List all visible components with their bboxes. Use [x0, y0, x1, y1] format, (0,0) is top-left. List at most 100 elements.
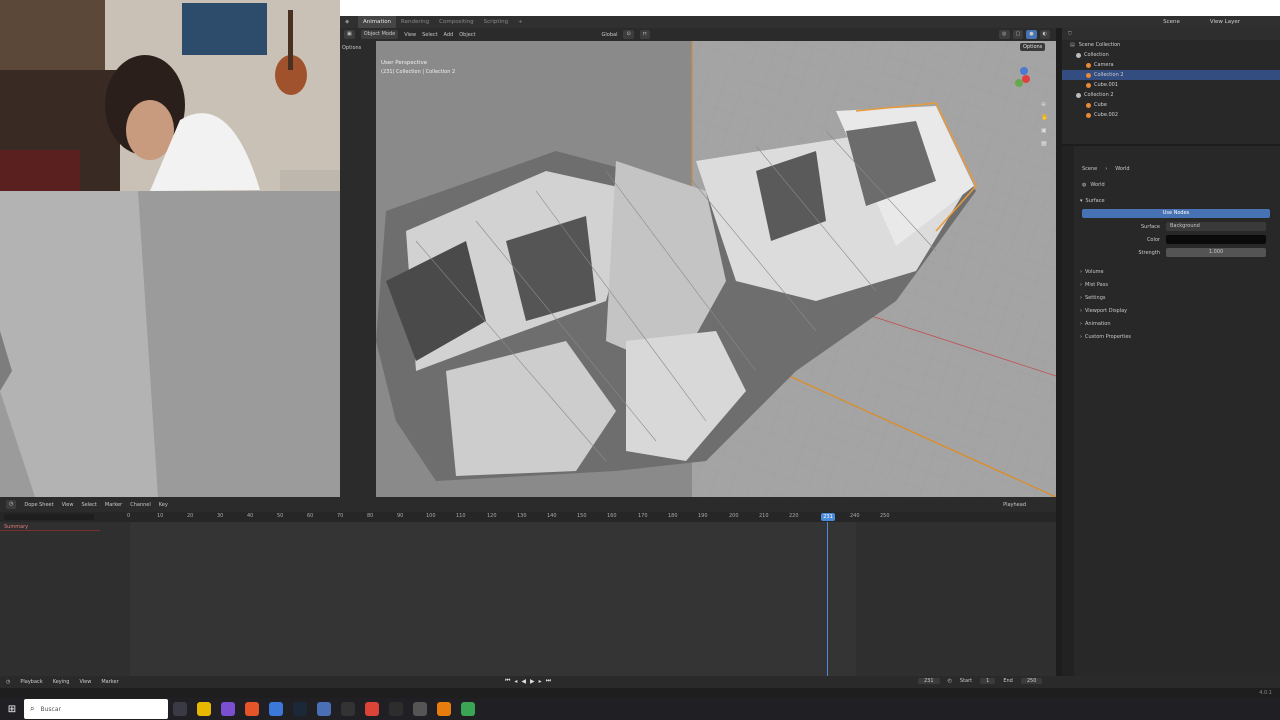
collection-icon: ▤ — [1070, 42, 1075, 48]
section-mist-pass[interactable]: › Mist Pass — [1062, 278, 1280, 291]
viewport-options-button[interactable]: Options — [1020, 43, 1046, 51]
camera-view-icon[interactable]: ▣ — [1041, 127, 1048, 134]
menu-view[interactable]: View — [62, 502, 74, 508]
playhead-snap-dropdown[interactable]: Playhead — [1003, 502, 1026, 508]
xray-icon[interactable]: ▢ — [1012, 30, 1024, 39]
editor-type-icon[interactable]: ◷ — [6, 500, 17, 509]
prev-key-icon[interactable]: ◂ — [514, 678, 517, 685]
menu-view[interactable]: View — [404, 32, 416, 38]
playhead-line[interactable] — [827, 522, 828, 676]
color-swatch[interactable] — [1166, 235, 1266, 244]
end-frame-field[interactable]: 250 — [1020, 678, 1043, 684]
dopesheet-body[interactable]: Summary 0 10 20 30 40 50 60 70 80 90 100… — [0, 512, 1056, 676]
surface-section[interactable]: Surface — [1086, 198, 1105, 204]
menu-playback[interactable]: Playback — [20, 679, 42, 685]
overlay-icon[interactable]: ◎ — [999, 30, 1010, 39]
menu-view[interactable]: View — [79, 679, 91, 685]
section-viewport-display[interactable]: › Viewport Display — [1062, 304, 1280, 317]
start-frame-field[interactable]: 1 — [980, 678, 996, 684]
section-custom-properties[interactable]: › Custom Properties — [1062, 330, 1280, 343]
tab-scripting[interactable]: Scripting — [479, 16, 513, 28]
blender-icon[interactable] — [437, 702, 451, 716]
playhead-frame[interactable]: 231 — [821, 513, 835, 521]
menu-add[interactable]: Add — [444, 32, 454, 38]
surface-dropdown[interactable]: Background — [1166, 222, 1266, 231]
menu-select[interactable]: Select — [422, 32, 437, 38]
menu-object[interactable]: Object — [459, 32, 475, 38]
window-title-bar — [340, 0, 1280, 16]
material-shading-icon[interactable]: ◐ — [1039, 30, 1050, 39]
taskbar-search[interactable]: ⌕ Buscar — [24, 699, 168, 719]
tab-rendering[interactable]: Rendering — [396, 16, 434, 28]
menu-marker[interactable]: Marker — [101, 679, 118, 685]
editor-type-icon[interactable]: ◷ — [6, 679, 10, 685]
tab-animation[interactable]: Animation — [358, 16, 397, 28]
blender-menu-icon[interactable]: ◆ — [340, 16, 358, 28]
strength-field[interactable]: 1.000 — [1166, 248, 1266, 257]
jump-start-icon[interactable]: ⏮ — [505, 677, 510, 685]
outliner-item[interactable]: Cube — [1062, 100, 1280, 110]
shield-icon[interactable] — [317, 702, 331, 716]
grid-icon[interactable]: ▦ — [1041, 140, 1048, 147]
menu-marker[interactable]: Marker — [105, 502, 122, 508]
solid-shading-icon[interactable]: ● — [1026, 30, 1037, 39]
zoom-icon[interactable]: ⊕ — [1041, 101, 1048, 108]
tab-compositing[interactable]: Compositing — [434, 16, 478, 28]
camera-view-panel[interactable] — [0, 191, 375, 497]
task-view-icon[interactable] — [173, 702, 187, 716]
menu-keying[interactable]: Keying — [53, 679, 70, 685]
breadcrumb-scene[interactable]: Scene — [1082, 166, 1097, 172]
scene-selector[interactable]: Scene — [1163, 19, 1180, 25]
app-icon[interactable] — [413, 702, 427, 716]
app-icon[interactable] — [221, 702, 235, 716]
play-reverse-icon[interactable]: ◀ — [521, 678, 526, 685]
outliner-item[interactable]: Camera — [1062, 60, 1280, 70]
transform-orientation-dropdown[interactable]: Global — [602, 32, 618, 38]
world-name[interactable]: World — [1090, 182, 1104, 188]
menu-channel[interactable]: Channel — [130, 502, 151, 508]
windows-start-icon[interactable]: ⊞ — [0, 704, 24, 715]
editor-type-icon[interactable]: ▣ — [344, 30, 355, 39]
outliner-item[interactable]: Cube.001 — [1062, 80, 1280, 90]
app-icon[interactable] — [461, 702, 475, 716]
section-settings[interactable]: › Settings — [1062, 291, 1280, 304]
snap-icon[interactable]: ⊓ — [639, 30, 650, 39]
outliner-item-selected[interactable]: Collection 2 — [1062, 70, 1280, 80]
steam-icon[interactable] — [293, 702, 307, 716]
outliner-item[interactable]: Collection 2 — [1062, 90, 1280, 100]
add-workspace-button[interactable]: + — [513, 16, 528, 28]
view-layer-selector[interactable]: View Layer — [1210, 19, 1240, 25]
play-icon[interactable]: ▶ — [530, 678, 535, 685]
pivot-icon[interactable]: ⊙ — [623, 30, 634, 39]
outliner-panel: ⛉ ▤ Scene Collection Collection Camera C… — [1062, 28, 1280, 144]
use-nodes-button[interactable]: Use Nodes — [1082, 209, 1270, 218]
menu-select[interactable]: Select — [81, 502, 96, 508]
tick-20: 20 — [187, 513, 194, 519]
section-volume[interactable]: › Volume — [1062, 265, 1280, 278]
outliner-item[interactable]: Collection — [1062, 50, 1280, 60]
firefox-icon[interactable] — [245, 702, 259, 716]
outliner-item[interactable]: Cube.002 — [1062, 110, 1280, 120]
clock-icon: ◴ — [947, 678, 952, 684]
current-frame-field[interactable]: 231 — [918, 678, 940, 684]
menu-key[interactable]: Key — [159, 502, 168, 508]
dopesheet-mode-dropdown[interactable]: Dope Sheet — [24, 502, 53, 508]
app-icon[interactable] — [341, 702, 355, 716]
next-key-icon[interactable]: ▸ — [539, 678, 542, 685]
tick-70: 70 — [337, 513, 344, 519]
object-mode-dropdown[interactable]: Object Mode — [360, 30, 399, 39]
section-animation[interactable]: › Animation — [1062, 317, 1280, 330]
channel-search-input[interactable] — [4, 514, 94, 520]
options-button[interactable]: Options — [340, 41, 376, 55]
outliner-scene-collection[interactable]: ▤ Scene Collection — [1062, 40, 1280, 50]
breadcrumb-world[interactable]: World — [1115, 166, 1129, 172]
outliner-filter-icon[interactable]: ⛉ — [1068, 31, 1072, 37]
3d-viewport[interactable]: User Perspective (231) Collection | Coll… — [376, 41, 1056, 497]
edge-icon[interactable] — [269, 702, 283, 716]
color-label: Color — [1146, 236, 1160, 243]
pan-icon[interactable]: ✋ — [1041, 114, 1048, 121]
file-explorer-icon[interactable] — [197, 702, 211, 716]
jump-end-icon[interactable]: ⏭ — [546, 677, 551, 685]
obs-icon[interactable] — [389, 702, 403, 716]
chrome-icon[interactable] — [365, 702, 379, 716]
